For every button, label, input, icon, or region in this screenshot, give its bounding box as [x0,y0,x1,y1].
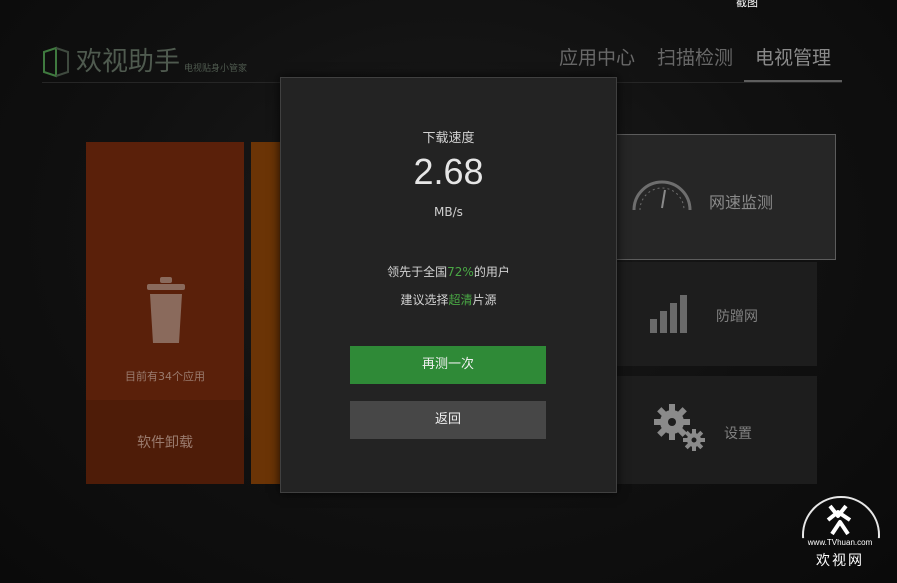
watermark-name: 欢视网 [816,553,864,569]
retry-button[interactable]: 再测一次 [350,346,546,384]
app-subtitle: 电视贴身小管家 [184,64,248,74]
watermark: www.TVhuan.com 欢视网 [798,496,882,572]
back-button[interactable]: 返回 [350,401,546,439]
settings-tile[interactable]: 设置 [612,376,817,484]
rank-percent: 72% [447,265,474,279]
app-count-text: 目前有34个应用 [125,370,205,383]
rank-text: 领先于全国72%的用户 [281,263,616,280]
gears-icon [654,404,705,451]
anti-leech-tile[interactable]: 防蹭网 [612,262,817,366]
suggest-prefix: 建议选择 [400,293,449,307]
signal-bars-icon [650,295,687,333]
suggest-suffix: 片源 [472,293,497,307]
uninstall-label: 软件卸载 [137,435,193,451]
app-title: 欢视助手 [76,47,181,77]
speed-result-dialog: 下载速度 2.68 MB/s 领先于全国72%的用户 建议选择超清片源 再测一次… [280,77,617,493]
suggest-highlight: 超清 [448,293,473,307]
speed-monitor-tile[interactable]: 网速监测 [612,134,836,260]
watermark-url: www.TVhuan.com [807,538,873,547]
rank-prefix: 领先于全国 [387,265,448,279]
speed-monitor-label: 网速监测 [709,193,774,212]
dialog-title: 下载速度 [422,131,475,146]
anti-leech-label: 防蹭网 [716,309,758,325]
speed-value: 2.68 [413,151,484,192]
app-logo: 欢视助手 电视贴身小管家 [42,46,247,78]
rank-suffix: 的用户 [473,265,510,279]
suggest-text: 建议选择超清片源 [281,291,616,308]
tab-tv-manage[interactable]: 电视管理 [744,44,843,82]
settings-label: 设置 [724,426,752,442]
speed-unit: MB/s [434,205,463,219]
watermark-logo-icon [826,504,852,536]
screenshot-label: 截图 [736,0,758,9]
uninstall-tile[interactable]: 目前有34个应用 软件卸载 [86,142,244,484]
tv-logo-icon [43,46,69,78]
trash-icon [147,277,185,343]
tab-scan[interactable]: 扫描检测 [646,44,744,80]
speedometer-icon [632,180,692,211]
tab-app-center[interactable]: 应用中心 [548,44,646,80]
